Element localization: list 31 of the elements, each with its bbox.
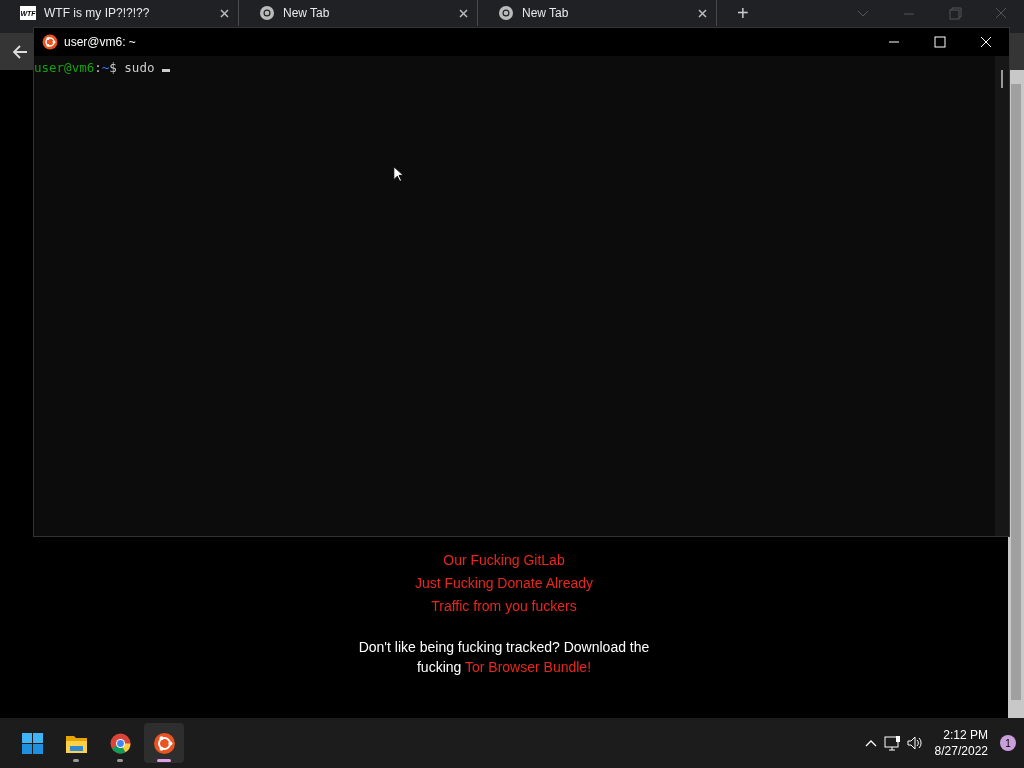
scrollbar[interactable] [1008,70,1024,718]
ubuntu-icon [42,34,58,50]
page-link[interactable]: Just Fucking Donate Already [414,572,594,595]
taskbar-app[interactable] [144,723,184,763]
clock-date[interactable]: 8/27/2022 [934,743,988,759]
ubuntu-icon [153,732,175,754]
browser-tab[interactable]: New Tab [251,0,478,26]
window-title: user@vm6: ~ [64,35,136,49]
new-tab-button[interactable]: + [729,0,757,26]
clock-time[interactable]: 2:12 PM [934,727,988,743]
close-icon[interactable] [219,7,230,19]
page-link[interactable]: Traffic from you fuckers [431,595,577,618]
terminal-line: user@vm6:~$ sudo [34,56,171,75]
page-link[interactable]: Our Fucking GitLab [443,549,565,572]
close-icon[interactable] [458,7,469,19]
tor-link[interactable]: Tor Browser Bundle! [464,659,592,675]
mouse-pointer-icon [393,165,405,184]
network-icon[interactable] [883,735,901,751]
close-icon[interactable] [697,7,708,19]
tracking-notice: Don't like being fucking tracked? Download the fucking Tor Browser Bundle! [357,638,651,677]
chrome-icon [109,732,131,754]
text-cursor [162,69,171,72]
notification-badge[interactable]: 1 [1000,735,1016,751]
scrollbar[interactable] [995,56,1009,536]
chevron-up-icon[interactable] [863,738,878,748]
globe-icon [498,5,514,21]
browser-tab[interactable]: New Tab [490,0,717,26]
back-arrow-icon[interactable] [12,43,29,60]
globe-icon [259,5,275,21]
speaker-icon[interactable] [906,735,923,751]
windows-logo-icon [21,732,43,754]
